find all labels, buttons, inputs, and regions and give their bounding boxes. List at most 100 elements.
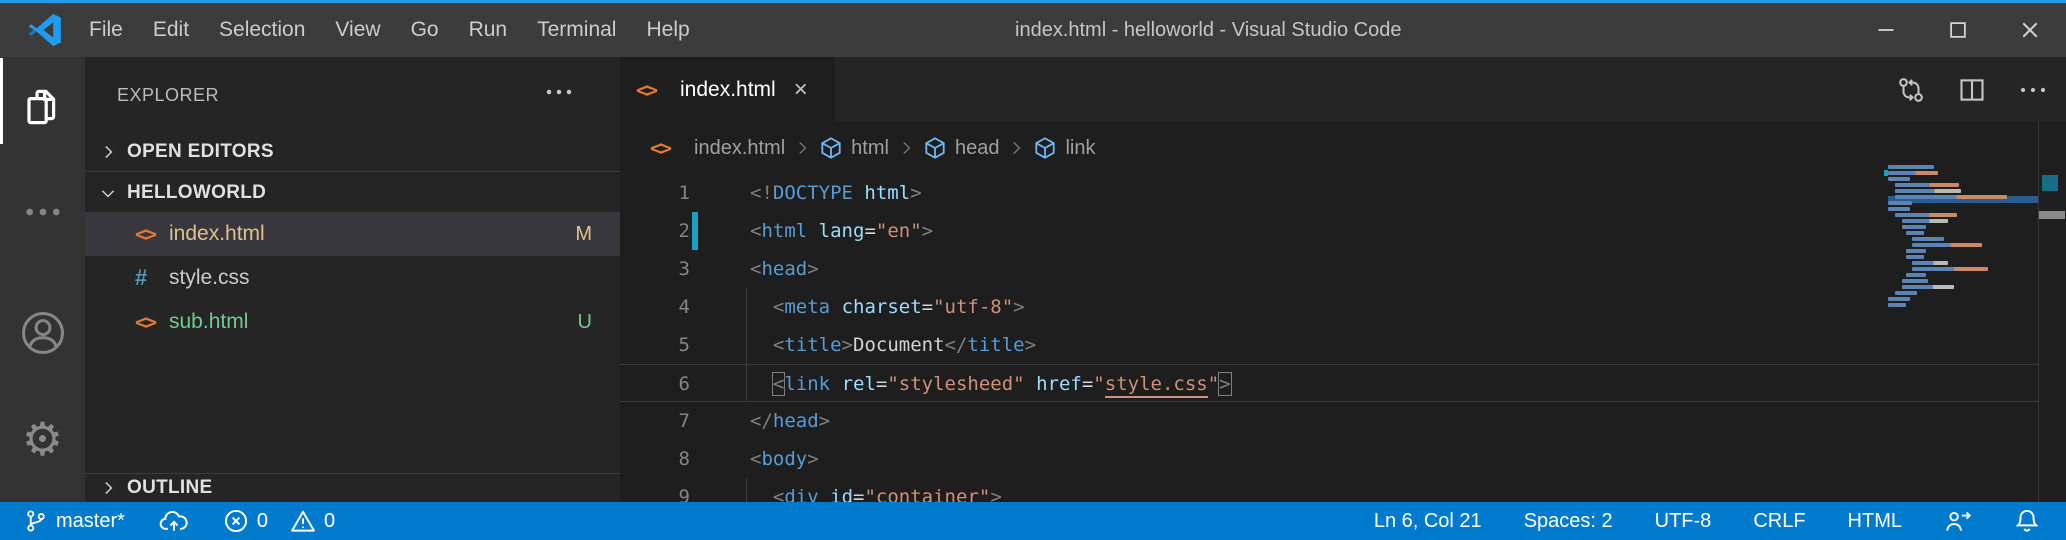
status-right: Ln 6, Col 21 Spaces: 2 UTF-8 CRLF HTML [1374,508,2066,534]
vscode-logo-icon [26,11,64,49]
breadcrumb-item-head[interactable]: head [923,136,1000,160]
git-branch-icon [24,508,48,534]
minimize-button[interactable] [1850,3,1922,57]
line-number: 5 [620,326,690,364]
section-outline[interactable]: OUTLINE [85,474,620,502]
encoding[interactable]: UTF-8 [1655,510,1712,533]
eol-sequence[interactable]: CRLF [1753,510,1805,533]
cursor-position[interactable]: Ln 6, Col 21 [1374,510,1482,533]
code-line-5[interactable]: 5 <title>Document</title> [620,326,2038,364]
menu-help[interactable]: Help [631,3,704,57]
menu-run[interactable]: Run [454,3,523,57]
warning-icon [290,508,316,534]
problems-indicator[interactable]: 0 0 [223,508,335,534]
breadcrumb-item-link[interactable]: link [1033,136,1095,160]
status-left: master* 0 [0,508,335,534]
section-folder-helloworld[interactable]: HELLOWORLD [85,173,620,212]
minimap-line [1888,273,2038,277]
vscode-window: FileEditSelectionViewGoRunTerminalHelp i… [0,0,2066,540]
indent-guide [746,288,747,326]
editor-actions [1896,57,2048,122]
minimap-line [1888,255,2038,259]
minimap-line [1888,207,2038,211]
sync-changes-button[interactable] [159,509,189,533]
breadcrumb-item-html[interactable]: html [819,136,889,160]
html-file-icon: <> [135,222,169,246]
branch-indicator[interactable]: master* [24,508,125,534]
file-row-index-html[interactable]: <>index.htmlM [85,212,620,256]
menu-selection[interactable]: Selection [204,3,320,57]
file-row-sub-html[interactable]: <>sub.htmlU [85,300,620,344]
minimap-line [1888,195,2038,199]
code-line-8[interactable]: 8<body> [620,440,2038,478]
menu-edit[interactable]: Edit [138,3,204,57]
notifications-bell-icon[interactable] [2014,508,2040,534]
overview-ruler-modified-marker [2042,175,2058,191]
main-area: ⚙ EXPLORER OPEN EDITORS [0,57,2066,502]
code-line-4[interactable]: 4 <meta charset="utf-8"> [620,288,2038,326]
file-name: sub.html [169,310,248,334]
maximize-button[interactable] [1922,3,1994,57]
line-number: 8 [620,440,690,478]
minimap-line [1888,219,2038,223]
settings-gear-icon[interactable]: ⚙ [0,413,85,465]
section-open-editors[interactable]: OPEN EDITORS [85,133,620,171]
minimap[interactable] [1888,165,2038,335]
warning-count: 0 [324,510,335,533]
account-icon[interactable] [0,307,85,359]
split-editor-icon[interactable] [1958,76,1986,104]
breadcrumb-label: index.html [694,137,785,160]
code-text: <link rel="stylesheed" href="style.css"> [750,365,1231,403]
html-file-icon: <> [135,310,169,334]
git-status-badge: M [575,223,592,246]
minimap-line [1888,231,2038,235]
window-controls [1850,3,2066,57]
titlebar: FileEditSelectionViewGoRunTerminalHelp i… [0,3,2066,57]
indentation[interactable]: Spaces: 2 [1524,510,1613,533]
code-line-2[interactable]: 2<html lang="en"> [620,212,2038,250]
language-mode[interactable]: HTML [1848,510,1902,533]
menu-terminal[interactable]: Terminal [522,3,631,57]
code-text: <title>Document</title> [750,326,1036,364]
symbol-cube-icon [819,136,843,160]
menu-go[interactable]: Go [396,3,454,57]
more-views-icon[interactable] [0,197,85,227]
menu-view[interactable]: View [320,3,395,57]
close-button[interactable] [1994,3,2066,57]
breadcrumb-separator-icon [897,139,915,157]
code-text: <!DOCTYPE html> [750,174,922,212]
indent-guide [746,326,747,364]
breadcrumb-separator-icon [1007,139,1025,157]
code-line-1[interactable]: 1<!DOCTYPE html> [620,174,2038,212]
minimap-line [1888,177,2038,181]
explorer-icon[interactable] [0,83,85,131]
overview-ruler-border [2038,122,2039,502]
section-divider [85,171,620,172]
file-row-style-css[interactable]: #style.css [85,256,620,300]
code-text: </head> [750,402,830,440]
menu-file[interactable]: File [74,3,138,57]
explorer-more-actions-icon[interactable] [544,81,574,103]
error-count: 0 [257,510,268,533]
symbol-cube-icon [923,136,947,160]
tab-label: index.html [680,78,776,102]
code-area[interactable]: 1<!DOCTYPE html>2<html lang="en">3<head>… [620,174,2038,502]
more-actions-icon[interactable] [2018,79,2048,101]
minimap-line [1888,237,2038,241]
minimap-line [1888,171,2038,175]
cloud-upload-icon [159,509,189,533]
code-line-3[interactable]: 3<head> [620,250,2038,288]
code-line-9[interactable]: 9 <div id="container"> [620,478,2038,502]
gutter-modified-marker [692,212,698,250]
overview-ruler-cursor-marker [2039,211,2065,219]
tab-index-html[interactable]: <> index.html × [620,57,835,122]
feedback-icon[interactable] [1944,508,1972,534]
explorer-title: EXPLORER [117,75,219,115]
tab-close-icon[interactable]: × [794,76,808,104]
minimap-line [1888,285,2038,289]
open-changes-icon[interactable] [1896,75,1926,105]
code-line-6[interactable]: 6 <link rel="stylesheed" href="style.css… [620,364,2038,402]
code-line-7[interactable]: 7</head> [620,402,2038,440]
breadcrumb-item-index-html[interactable]: <>index.html [650,136,785,160]
file-name: style.css [169,266,250,290]
